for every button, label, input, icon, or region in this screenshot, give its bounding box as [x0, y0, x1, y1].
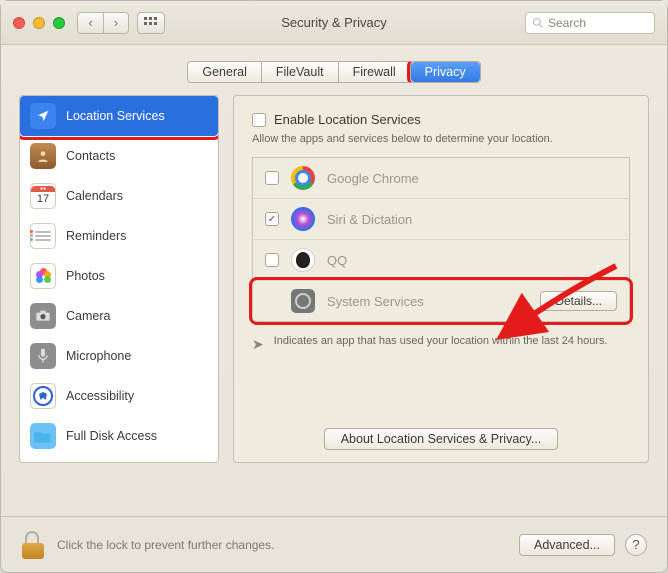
sidebar-item-microphone[interactable]: Microphone	[20, 336, 218, 376]
app-row-chrome[interactable]: Google Chrome	[253, 158, 629, 199]
siri-icon	[291, 207, 315, 231]
footer-bar: Click the lock to prevent further change…	[1, 516, 667, 572]
app-name: Siri & Dictation	[327, 212, 412, 227]
camera-icon	[30, 303, 56, 329]
search-icon	[532, 17, 544, 29]
prefs-window: ‹ › Security & Privacy Search General Fi…	[0, 0, 668, 573]
window-controls	[13, 17, 65, 29]
show-all-button[interactable]	[137, 12, 165, 34]
calendar-icon: ●● 17	[30, 183, 56, 209]
enable-location-checkbox[interactable]	[252, 113, 266, 127]
app-row-system-services[interactable]: System Services Details...	[253, 281, 629, 321]
app-row-siri[interactable]: ✓ Siri & Dictation	[253, 199, 629, 240]
app-checkbox[interactable]	[265, 253, 279, 267]
zoom-icon[interactable]	[53, 17, 65, 29]
enable-location-row: Enable Location Services	[252, 112, 630, 127]
nav-buttons: ‹ ›	[77, 12, 129, 34]
folder-icon	[30, 423, 56, 449]
app-name: System Services	[327, 294, 424, 309]
sidebar-item-location-services[interactable]: Location Services	[20, 96, 218, 136]
sidebar-item-accessibility[interactable]: Accessibility	[20, 376, 218, 416]
sidebar-item-photos[interactable]: Photos	[20, 256, 218, 296]
title-bar: ‹ › Security & Privacy Search	[1, 1, 667, 45]
qq-icon	[291, 248, 315, 272]
location-icon	[30, 103, 56, 129]
app-checkbox[interactable]: ✓	[265, 212, 279, 226]
lock-row[interactable]: Click the lock to prevent further change…	[21, 531, 274, 559]
reminders-icon	[30, 223, 56, 249]
back-button[interactable]: ‹	[77, 12, 103, 34]
location-indicator-icon: ➤	[252, 335, 264, 355]
lock-text: Click the lock to prevent further change…	[57, 538, 274, 552]
sidebar-item-label: Full Disk Access	[66, 429, 157, 443]
indicator-row: ➤ Indicates an app that has used your lo…	[252, 334, 630, 355]
grid-icon	[144, 17, 158, 29]
sidebar-item-reminders[interactable]: Reminders	[20, 216, 218, 256]
sidebar-item-label: Calendars	[66, 189, 123, 203]
close-icon[interactable]	[13, 17, 25, 29]
tab-general[interactable]: General	[188, 62, 261, 82]
forward-button[interactable]: ›	[103, 12, 129, 34]
sidebar-item-contacts[interactable]: Contacts	[20, 136, 218, 176]
help-button[interactable]: ?	[625, 534, 647, 556]
sidebar-item-label: Photos	[66, 269, 105, 283]
location-services-pane: Enable Location Services Allow the apps …	[233, 95, 649, 463]
app-checkbox[interactable]	[265, 171, 279, 185]
minimize-icon[interactable]	[33, 17, 45, 29]
tab-privacy[interactable]: Privacy	[411, 62, 480, 82]
contacts-icon	[30, 143, 56, 169]
system-services-icon	[291, 289, 315, 313]
content-area: Location Services Contacts ●● 17 Calenda…	[1, 95, 667, 463]
sidebar-item-label: Location Services	[66, 109, 165, 123]
indicator-text: Indicates an app that has used your loca…	[274, 334, 608, 349]
tab-bar: General FileVault Firewall Privacy	[1, 45, 667, 95]
details-button[interactable]: Details...	[540, 291, 617, 311]
tab-filevault[interactable]: FileVault	[262, 62, 339, 82]
app-row-qq[interactable]: QQ	[253, 240, 629, 281]
accessibility-icon	[30, 383, 56, 409]
tab-firewall[interactable]: Firewall	[339, 62, 411, 82]
app-list: Google Chrome ✓ Siri & Dictation QQ Syst…	[252, 157, 630, 322]
sidebar-item-label: Accessibility	[66, 389, 134, 403]
sidebar-item-label: Camera	[66, 309, 110, 323]
lock-icon[interactable]	[21, 531, 45, 559]
chrome-icon	[291, 166, 315, 190]
microphone-icon	[30, 343, 56, 369]
allow-apps-subtext: Allow the apps and services below to det…	[252, 133, 630, 145]
about-location-button[interactable]: About Location Services & Privacy...	[324, 428, 559, 450]
app-name: QQ	[327, 253, 347, 268]
advanced-button[interactable]: Advanced...	[519, 534, 615, 556]
search-placeholder: Search	[548, 16, 586, 30]
sidebar-item-full-disk-access[interactable]: Full Disk Access	[20, 416, 218, 456]
enable-location-label: Enable Location Services	[274, 112, 421, 127]
search-input[interactable]: Search	[525, 12, 655, 34]
app-name: Google Chrome	[327, 171, 419, 186]
sidebar-item-label: Microphone	[66, 349, 131, 363]
privacy-sidebar[interactable]: Location Services Contacts ●● 17 Calenda…	[19, 95, 219, 463]
sidebar-item-label: Contacts	[66, 149, 115, 163]
sidebar-item-camera[interactable]: Camera	[20, 296, 218, 336]
photos-icon	[30, 263, 56, 289]
sidebar-item-calendars[interactable]: ●● 17 Calendars	[20, 176, 218, 216]
sidebar-item-label: Reminders	[66, 229, 126, 243]
